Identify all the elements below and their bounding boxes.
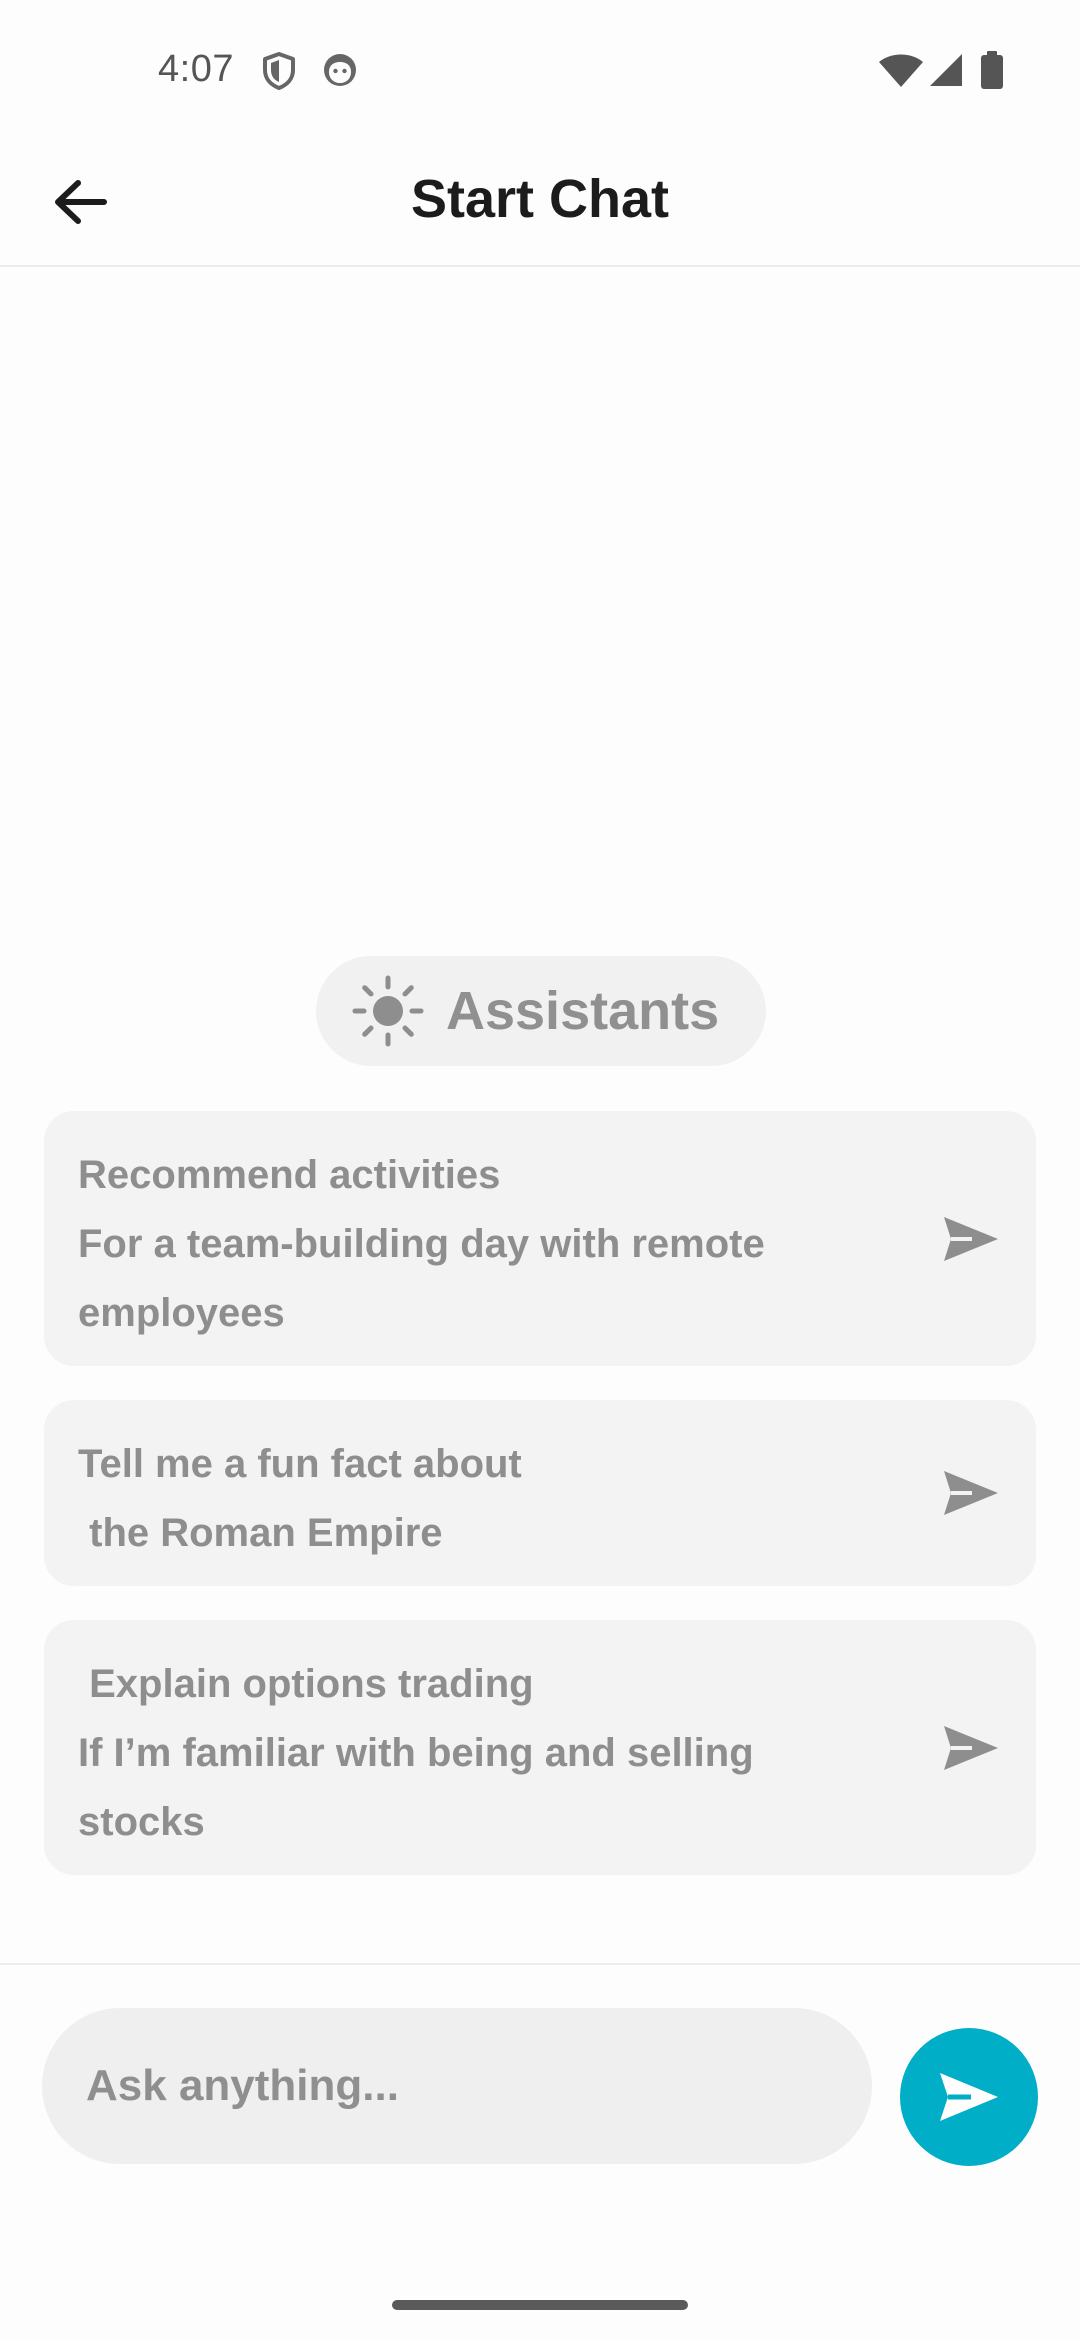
suggestion-text: Tell me a fun fact about the Roman Empir… [78, 1442, 522, 1555]
page-title: Start Chat [410, 169, 670, 229]
battery-icon [981, 51, 1003, 89]
sun-icon [352, 975, 424, 1047]
suggestion-text: Explain options trading If I’m familiar … [78, 1662, 754, 1844]
assistants-label: Assistants [446, 981, 720, 1041]
suggestion-card[interactable]: Tell me a fun fact about the Roman Empir… [44, 1400, 1036, 1586]
suggestion-card[interactable]: Explain options trading If I’m familiar … [44, 1620, 1036, 1875]
send-button[interactable] [900, 2028, 1038, 2166]
cellular-signal-icon [930, 54, 962, 86]
wifi-icon [879, 54, 923, 87]
app-bar: Start Chat [0, 140, 1080, 267]
send-icon [940, 2073, 998, 2121]
send-icon [944, 1216, 998, 1261]
send-icon [944, 1471, 998, 1515]
composer-divider [0, 1963, 1080, 1965]
status-time: 4:07 [158, 48, 234, 90]
assistants-chip[interactable]: Assistants [316, 956, 766, 1066]
face-icon [324, 54, 356, 86]
send-icon [944, 1725, 998, 1770]
suggestion-card[interactable]: Recommend activities For a team-building… [44, 1111, 1036, 1366]
status-bar: 4:07 [0, 0, 1080, 140]
home-indicator [392, 2300, 688, 2310]
suggestion-text: Recommend activities For a team-building… [78, 1153, 765, 1335]
message-input[interactable] [42, 2008, 872, 2164]
shield-icon [263, 52, 295, 90]
